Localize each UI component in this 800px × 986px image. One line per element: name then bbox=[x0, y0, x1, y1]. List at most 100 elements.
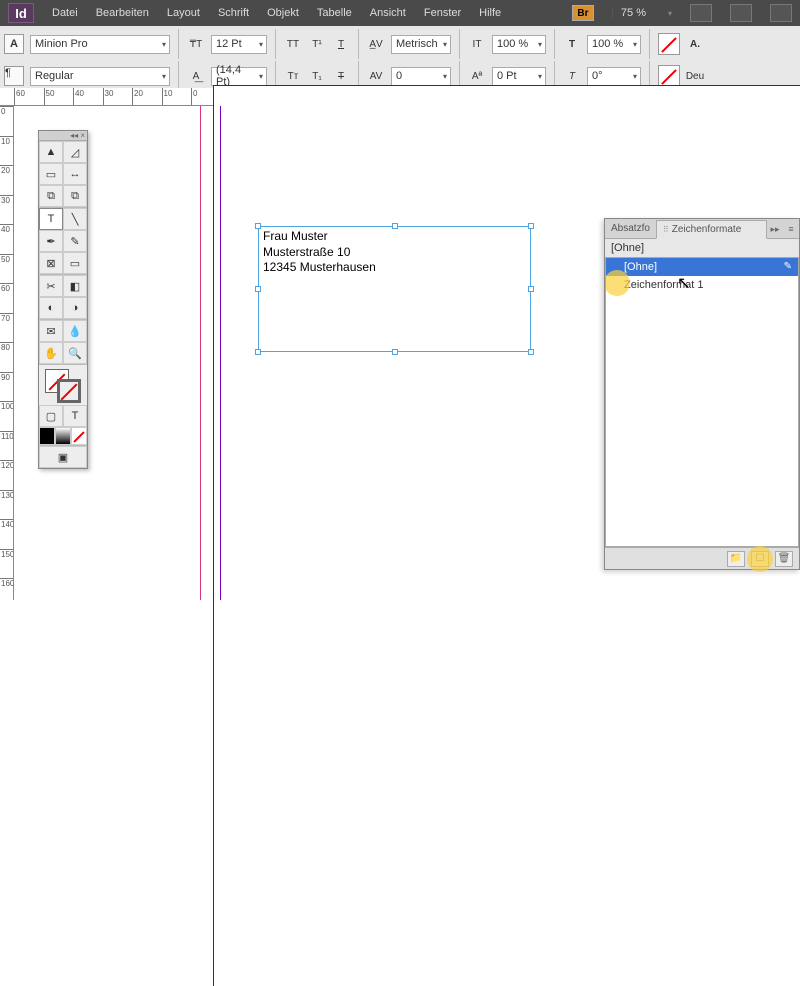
vertical-ruler[interactable]: 0102030405060708090100110120130140150160… bbox=[0, 106, 14, 600]
zoom-tool[interactable]: 🔍 bbox=[63, 342, 87, 364]
direct-selection-tool[interactable]: ◿ bbox=[63, 141, 87, 163]
fill-swatch[interactable] bbox=[658, 33, 680, 55]
language-label[interactable]: Deu bbox=[686, 68, 704, 84]
para-format-toggle[interactable]: ¶ bbox=[4, 66, 24, 86]
delete-style-button[interactable]: 🗑 bbox=[775, 551, 793, 567]
skew-combo[interactable]: 0° bbox=[587, 67, 641, 86]
menu-table[interactable]: Tabelle bbox=[317, 7, 352, 19]
note-tool[interactable]: ✉ bbox=[39, 320, 63, 342]
content-placer-tool[interactable]: ⧉ bbox=[63, 185, 87, 207]
panel-menu-icon[interactable]: ≡ bbox=[783, 221, 799, 237]
scissors-tool[interactable]: ✂ bbox=[39, 275, 63, 297]
font-size-combo[interactable]: 12 Pt bbox=[211, 35, 267, 54]
text-frame-selected[interactable]: Frau Muster Musterstraße 10 12345 Muster… bbox=[258, 226, 531, 352]
hand-tool[interactable]: ✋ bbox=[39, 342, 63, 364]
stroke-swatch[interactable] bbox=[658, 65, 680, 87]
bridge-button[interactable]: Br bbox=[572, 5, 594, 21]
fill-stroke-swatch[interactable] bbox=[39, 365, 87, 405]
screen-mode-button[interactable] bbox=[690, 4, 712, 22]
tracking-combo[interactable]: 0 bbox=[391, 67, 451, 86]
grip-icon: ⠿ bbox=[663, 225, 669, 234]
panel-footer: 📁 ☐ 🗑 bbox=[605, 547, 799, 569]
tab-character-styles[interactable]: ⠿Zeichenformate bbox=[656, 220, 767, 239]
font-family-combo[interactable]: Minion Pro bbox=[30, 35, 170, 54]
pen-tool[interactable]: ✒ bbox=[39, 230, 63, 252]
menu-window[interactable]: Fenster bbox=[424, 7, 461, 19]
rectangle-tool[interactable]: ▭ bbox=[63, 252, 87, 274]
new-group-button[interactable]: 📁 bbox=[727, 551, 745, 567]
hscale-combo[interactable]: 100 % bbox=[587, 35, 641, 54]
style-list[interactable]: [Ohne] Zeichenformat 1 bbox=[605, 257, 799, 547]
kerning-icon: A̲V bbox=[367, 36, 385, 52]
resize-handle[interactable] bbox=[528, 349, 534, 355]
free-transform-tool[interactable]: ◧ bbox=[63, 275, 87, 297]
eyedropper-tool[interactable]: 💧 bbox=[63, 320, 87, 342]
superscript-icon[interactable]: T¹ bbox=[308, 36, 326, 52]
resize-handle[interactable] bbox=[392, 349, 398, 355]
margin-guide bbox=[200, 106, 201, 600]
char-style-quick[interactable]: A. bbox=[686, 36, 704, 52]
control-bar: A Minion Pro ₸T 12 Pt TT T¹ T A̲V Metris… bbox=[0, 26, 800, 95]
selection-tool[interactable]: ▲ bbox=[39, 141, 63, 163]
resize-handle[interactable] bbox=[255, 223, 261, 229]
text-frame-content[interactable]: Frau Muster Musterstraße 10 12345 Muster… bbox=[259, 227, 530, 278]
tools-panel: ◂◂ × ▲ ◿ ▭ ↔ ⧉ ⧉ T ╲ ✒ ✎ ⊠ ▭ ✂ ◧ ◐ ◑ ✉ 💧… bbox=[38, 130, 88, 469]
leading-combo[interactable]: (14,4 Pt) bbox=[211, 67, 267, 86]
arrange-docs-button[interactable] bbox=[730, 4, 752, 22]
leading-icon: A͟ bbox=[187, 68, 205, 84]
content-collector-tool[interactable]: ⧉ bbox=[39, 185, 63, 207]
menu-object[interactable]: Objekt bbox=[267, 7, 299, 19]
smallcaps-icon[interactable]: Tᴛ bbox=[284, 68, 302, 84]
type-tool[interactable]: T bbox=[39, 208, 63, 230]
new-style-button[interactable]: ☐ bbox=[751, 551, 769, 567]
chevron-down-icon: ▾ bbox=[668, 9, 672, 18]
column-guide bbox=[220, 106, 221, 600]
pencil-tool[interactable]: ✎ bbox=[63, 230, 87, 252]
menu-layout[interactable]: Layout bbox=[167, 7, 200, 19]
character-styles-panel: Absatzfo ⠿Zeichenformate ▸▸ ≡ [Ohne] [Oh… bbox=[604, 218, 800, 570]
menu-help[interactable]: Hilfe bbox=[479, 7, 501, 19]
panel-collapse-icon[interactable]: ▸▸ bbox=[767, 221, 783, 237]
underline-icon[interactable]: T bbox=[332, 36, 350, 52]
color-apply-modes[interactable] bbox=[39, 427, 87, 445]
char-format-toggle[interactable]: A bbox=[4, 34, 24, 54]
gradient-swatch-tool[interactable]: ◐ bbox=[39, 297, 63, 319]
baseline-combo[interactable]: 0 Pt bbox=[492, 67, 546, 86]
style-item-none[interactable]: [Ohne] bbox=[606, 258, 798, 276]
zoom-level[interactable]: 75 % bbox=[612, 7, 646, 19]
skew-icon: T bbox=[563, 68, 581, 84]
screen-mode-tool[interactable]: ▣ bbox=[39, 446, 87, 468]
font-style-combo[interactable]: Regular bbox=[30, 67, 170, 86]
panel-titlebar[interactable]: ◂◂ × bbox=[39, 131, 87, 141]
rectangle-frame-tool[interactable]: ⊠ bbox=[39, 252, 63, 274]
current-style-label: [Ohne] bbox=[605, 239, 799, 257]
formatting-text[interactable]: T bbox=[63, 405, 87, 427]
strike-icon[interactable]: T bbox=[332, 68, 350, 84]
resize-handle[interactable] bbox=[528, 286, 534, 292]
menu-view[interactable]: Ansicht bbox=[370, 7, 406, 19]
app-menubar: Id Datei Bearbeiten Layout Schrift Objek… bbox=[0, 0, 800, 26]
hscale-icon: T bbox=[563, 36, 581, 52]
line-tool[interactable]: ╲ bbox=[63, 208, 87, 230]
vscale-icon: IT bbox=[468, 36, 486, 52]
vscale-combo[interactable]: 100 % bbox=[492, 35, 546, 54]
tab-paragraph-styles[interactable]: Absatzfo bbox=[605, 220, 656, 237]
resize-handle[interactable] bbox=[528, 223, 534, 229]
style-item[interactable]: Zeichenformat 1 bbox=[606, 276, 798, 294]
gap-tool[interactable]: ↔ bbox=[63, 163, 87, 185]
allcaps-icon[interactable]: TT bbox=[284, 36, 302, 52]
resize-handle[interactable] bbox=[255, 349, 261, 355]
menu-edit[interactable]: Bearbeiten bbox=[96, 7, 149, 19]
font-size-icon: ₸T bbox=[187, 36, 205, 52]
page-tool[interactable]: ▭ bbox=[39, 163, 63, 185]
gradient-feather-tool[interactable]: ◑ bbox=[63, 297, 87, 319]
tracking-icon: AV bbox=[367, 68, 385, 84]
menu-file[interactable]: Datei bbox=[52, 7, 78, 19]
menu-type[interactable]: Schrift bbox=[218, 7, 249, 19]
resize-handle[interactable] bbox=[392, 223, 398, 229]
workspace-button[interactable] bbox=[770, 4, 792, 22]
resize-handle[interactable] bbox=[255, 286, 261, 292]
formatting-container[interactable]: ▢ bbox=[39, 405, 63, 427]
kerning-combo[interactable]: Metrisch bbox=[391, 35, 451, 54]
subscript-icon[interactable]: T₁ bbox=[308, 68, 326, 84]
